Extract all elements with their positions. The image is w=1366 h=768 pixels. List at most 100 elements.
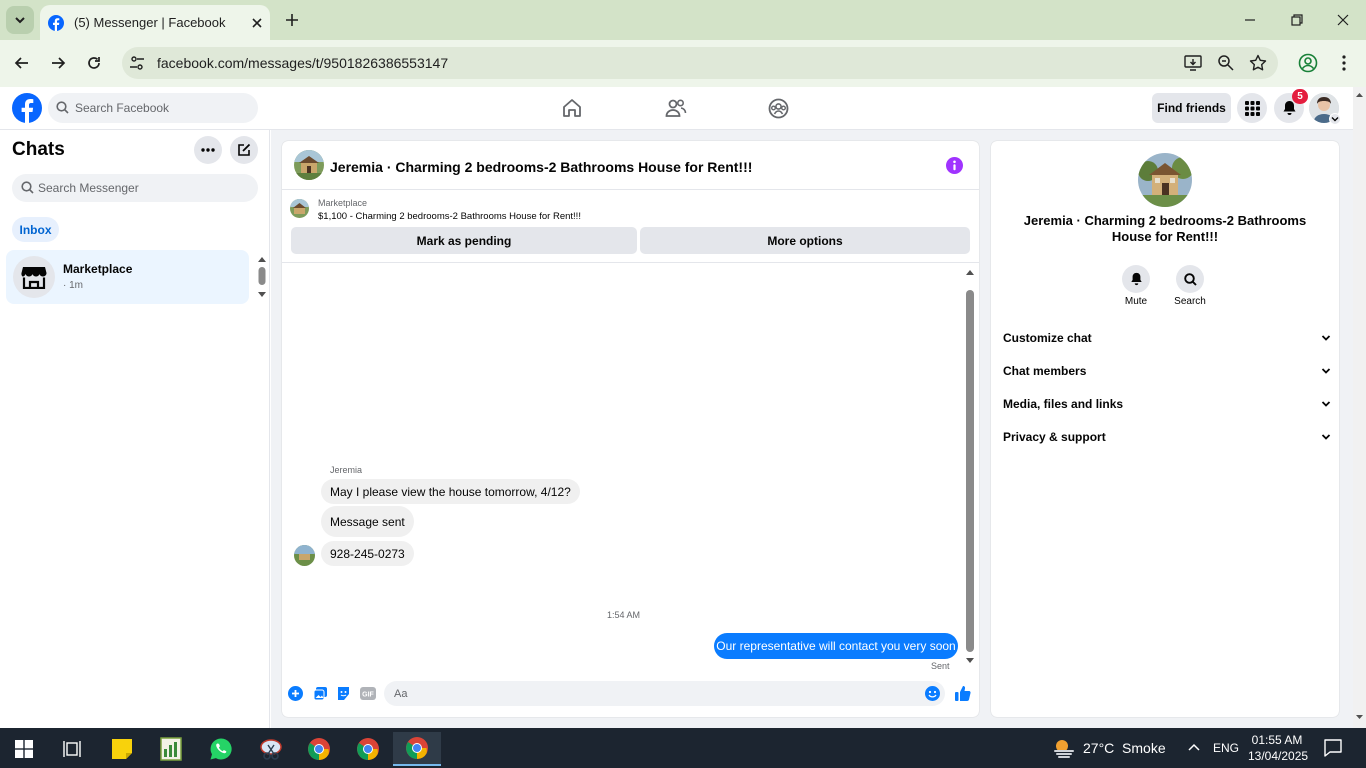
facebook-favicon-icon xyxy=(48,14,64,31)
customize-chat-row[interactable]: Customize chat xyxy=(1003,327,1331,349)
privacy-support-row[interactable]: Privacy & support xyxy=(1003,426,1331,448)
new-tab-button[interactable] xyxy=(282,10,302,30)
nav-home-icon[interactable] xyxy=(562,98,582,118)
chrome-icon xyxy=(308,738,330,760)
conversation-scrollbar[interactable] xyxy=(964,266,976,668)
chat-members-label: Chat members xyxy=(1003,364,1087,378)
mark-as-pending-button[interactable]: Mark as pending xyxy=(291,227,637,254)
tray-chevron-icon[interactable] xyxy=(1187,741,1201,755)
chrome-app-active[interactable] xyxy=(393,732,441,766)
message-timestamp: 1:54 AM xyxy=(607,610,641,620)
snipping-tool-app[interactable] xyxy=(251,732,291,766)
browser-tab[interactable]: (5) Messenger | Facebook xyxy=(40,5,270,40)
chrome-icon xyxy=(406,737,428,759)
task-view-button[interactable] xyxy=(52,732,92,766)
url-text[interactable]: facebook.com/messages/t/9501826386553147 xyxy=(157,55,448,71)
sticky-notes-app[interactable] xyxy=(102,732,142,766)
sticker-icon[interactable] xyxy=(336,686,351,701)
message-input[interactable] xyxy=(384,681,945,706)
notification-center-icon[interactable] xyxy=(1324,739,1342,757)
find-friends-button[interactable]: Find friends xyxy=(1152,93,1231,123)
privacy-support-label: Privacy & support xyxy=(1003,430,1106,444)
info-title: Jeremia · Charming 2 bedrooms-2 Bathroom… xyxy=(1023,213,1307,244)
chevron-down-icon xyxy=(1321,368,1331,374)
gif-icon[interactable]: GIF xyxy=(360,687,376,700)
nav-friends-icon[interactable] xyxy=(665,98,687,118)
facebook-logo[interactable] xyxy=(12,93,42,123)
incoming-message-bubble[interactable]: 928-245-0273 xyxy=(321,541,414,566)
start-button[interactable] xyxy=(4,732,44,766)
chrome-app-2[interactable] xyxy=(348,732,388,766)
install-app-icon[interactable] xyxy=(1184,54,1202,72)
header-divider xyxy=(282,189,979,190)
sticky-notes-icon xyxy=(112,739,132,759)
chevron-down-icon xyxy=(1321,335,1331,341)
messenger-search-placeholder: Search Messenger xyxy=(38,181,139,195)
sidebar-scrollbar[interactable] xyxy=(256,253,268,301)
bell-icon xyxy=(1130,272,1142,286)
search-in-conversation-button[interactable] xyxy=(1176,265,1204,293)
browser-menu-icon[interactable] xyxy=(1336,54,1352,72)
task-view-icon xyxy=(63,741,81,757)
chat-members-row[interactable]: Chat members xyxy=(1003,360,1331,382)
weather-icon[interactable] xyxy=(1052,736,1076,760)
marketplace-store-icon xyxy=(21,267,47,289)
account-chevron-icon[interactable] xyxy=(1329,113,1341,125)
menu-button[interactable] xyxy=(1237,93,1267,123)
arrow-right-icon xyxy=(52,57,66,69)
svg-text:GIF: GIF xyxy=(362,692,374,699)
clock[interactable]: 01:55 AM 13/04/2025 xyxy=(1248,732,1309,764)
zoom-icon[interactable] xyxy=(1217,54,1235,72)
language-indicator[interactable]: ENG xyxy=(1213,741,1239,755)
minimize-button[interactable] xyxy=(1238,8,1262,32)
profile-icon[interactable] xyxy=(1298,53,1318,73)
facebook-search-placeholder: Search Facebook xyxy=(75,101,170,115)
conversation-avatar[interactable] xyxy=(294,150,324,180)
close-icon xyxy=(1337,14,1349,26)
snipping-tool-icon xyxy=(260,739,282,760)
search-icon xyxy=(1183,272,1197,286)
listing-divider xyxy=(282,262,979,263)
media-files-links-row[interactable]: Media, files and links xyxy=(1003,393,1331,415)
nav-groups-icon[interactable] xyxy=(768,98,789,119)
search-icon xyxy=(21,181,34,194)
restore-button[interactable] xyxy=(1285,8,1309,32)
plus-icon xyxy=(286,14,298,26)
back-button[interactable] xyxy=(9,50,35,76)
outgoing-message-bubble[interactable]: Our representative will contact you very… xyxy=(714,633,958,659)
more-options-button[interactable]: More options xyxy=(640,227,970,254)
search-label: Search xyxy=(1174,296,1206,307)
reload-button[interactable] xyxy=(81,50,107,76)
forward-button[interactable] xyxy=(45,50,71,76)
new-message-button[interactable] xyxy=(230,136,258,164)
chats-options-button[interactable] xyxy=(194,136,222,164)
tab-search-button[interactable] xyxy=(6,6,34,34)
add-attachment-icon[interactable] xyxy=(288,686,303,701)
site-info-icon[interactable] xyxy=(128,54,146,72)
incoming-message-bubble[interactable]: May I please view the house tomorrow, 4/… xyxy=(321,479,580,504)
page-scrollbar[interactable] xyxy=(1353,87,1366,728)
emoji-icon[interactable] xyxy=(925,686,940,701)
spreadsheet-app[interactable] xyxy=(151,732,191,766)
sender-avatar[interactable] xyxy=(294,545,315,566)
listing-thumbnail xyxy=(290,199,309,218)
inbox-filter-tab[interactable]: Inbox xyxy=(12,217,59,242)
info-avatar[interactable] xyxy=(1138,153,1192,207)
notification-badge: 5 xyxy=(1292,89,1308,104)
listing-summary[interactable]: $1,100 - Charming 2 bedrooms-2 Bathrooms… xyxy=(318,211,581,222)
photo-icon[interactable] xyxy=(313,686,328,701)
close-tab-icon[interactable] xyxy=(252,17,262,28)
bookmark-star-icon[interactable] xyxy=(1249,54,1267,72)
chrome-icon xyxy=(357,738,379,760)
incoming-message-bubble[interactable]: Message sent xyxy=(321,506,414,537)
conversation-info-icon[interactable] xyxy=(946,157,963,174)
weather-text[interactable]: 27°C Smoke xyxy=(1083,740,1166,756)
thumbs-up-icon[interactable] xyxy=(954,685,971,702)
whatsapp-app[interactable] xyxy=(201,732,241,766)
clock-date: 13/04/2025 xyxy=(1248,749,1309,763)
chats-title: Chats xyxy=(12,139,65,160)
mute-button[interactable] xyxy=(1122,265,1150,293)
chrome-app-1[interactable] xyxy=(299,732,339,766)
close-window-button[interactable] xyxy=(1331,8,1355,32)
conversation-title[interactable]: Jeremia · Charming 2 bedrooms-2 Bathroom… xyxy=(330,159,752,175)
